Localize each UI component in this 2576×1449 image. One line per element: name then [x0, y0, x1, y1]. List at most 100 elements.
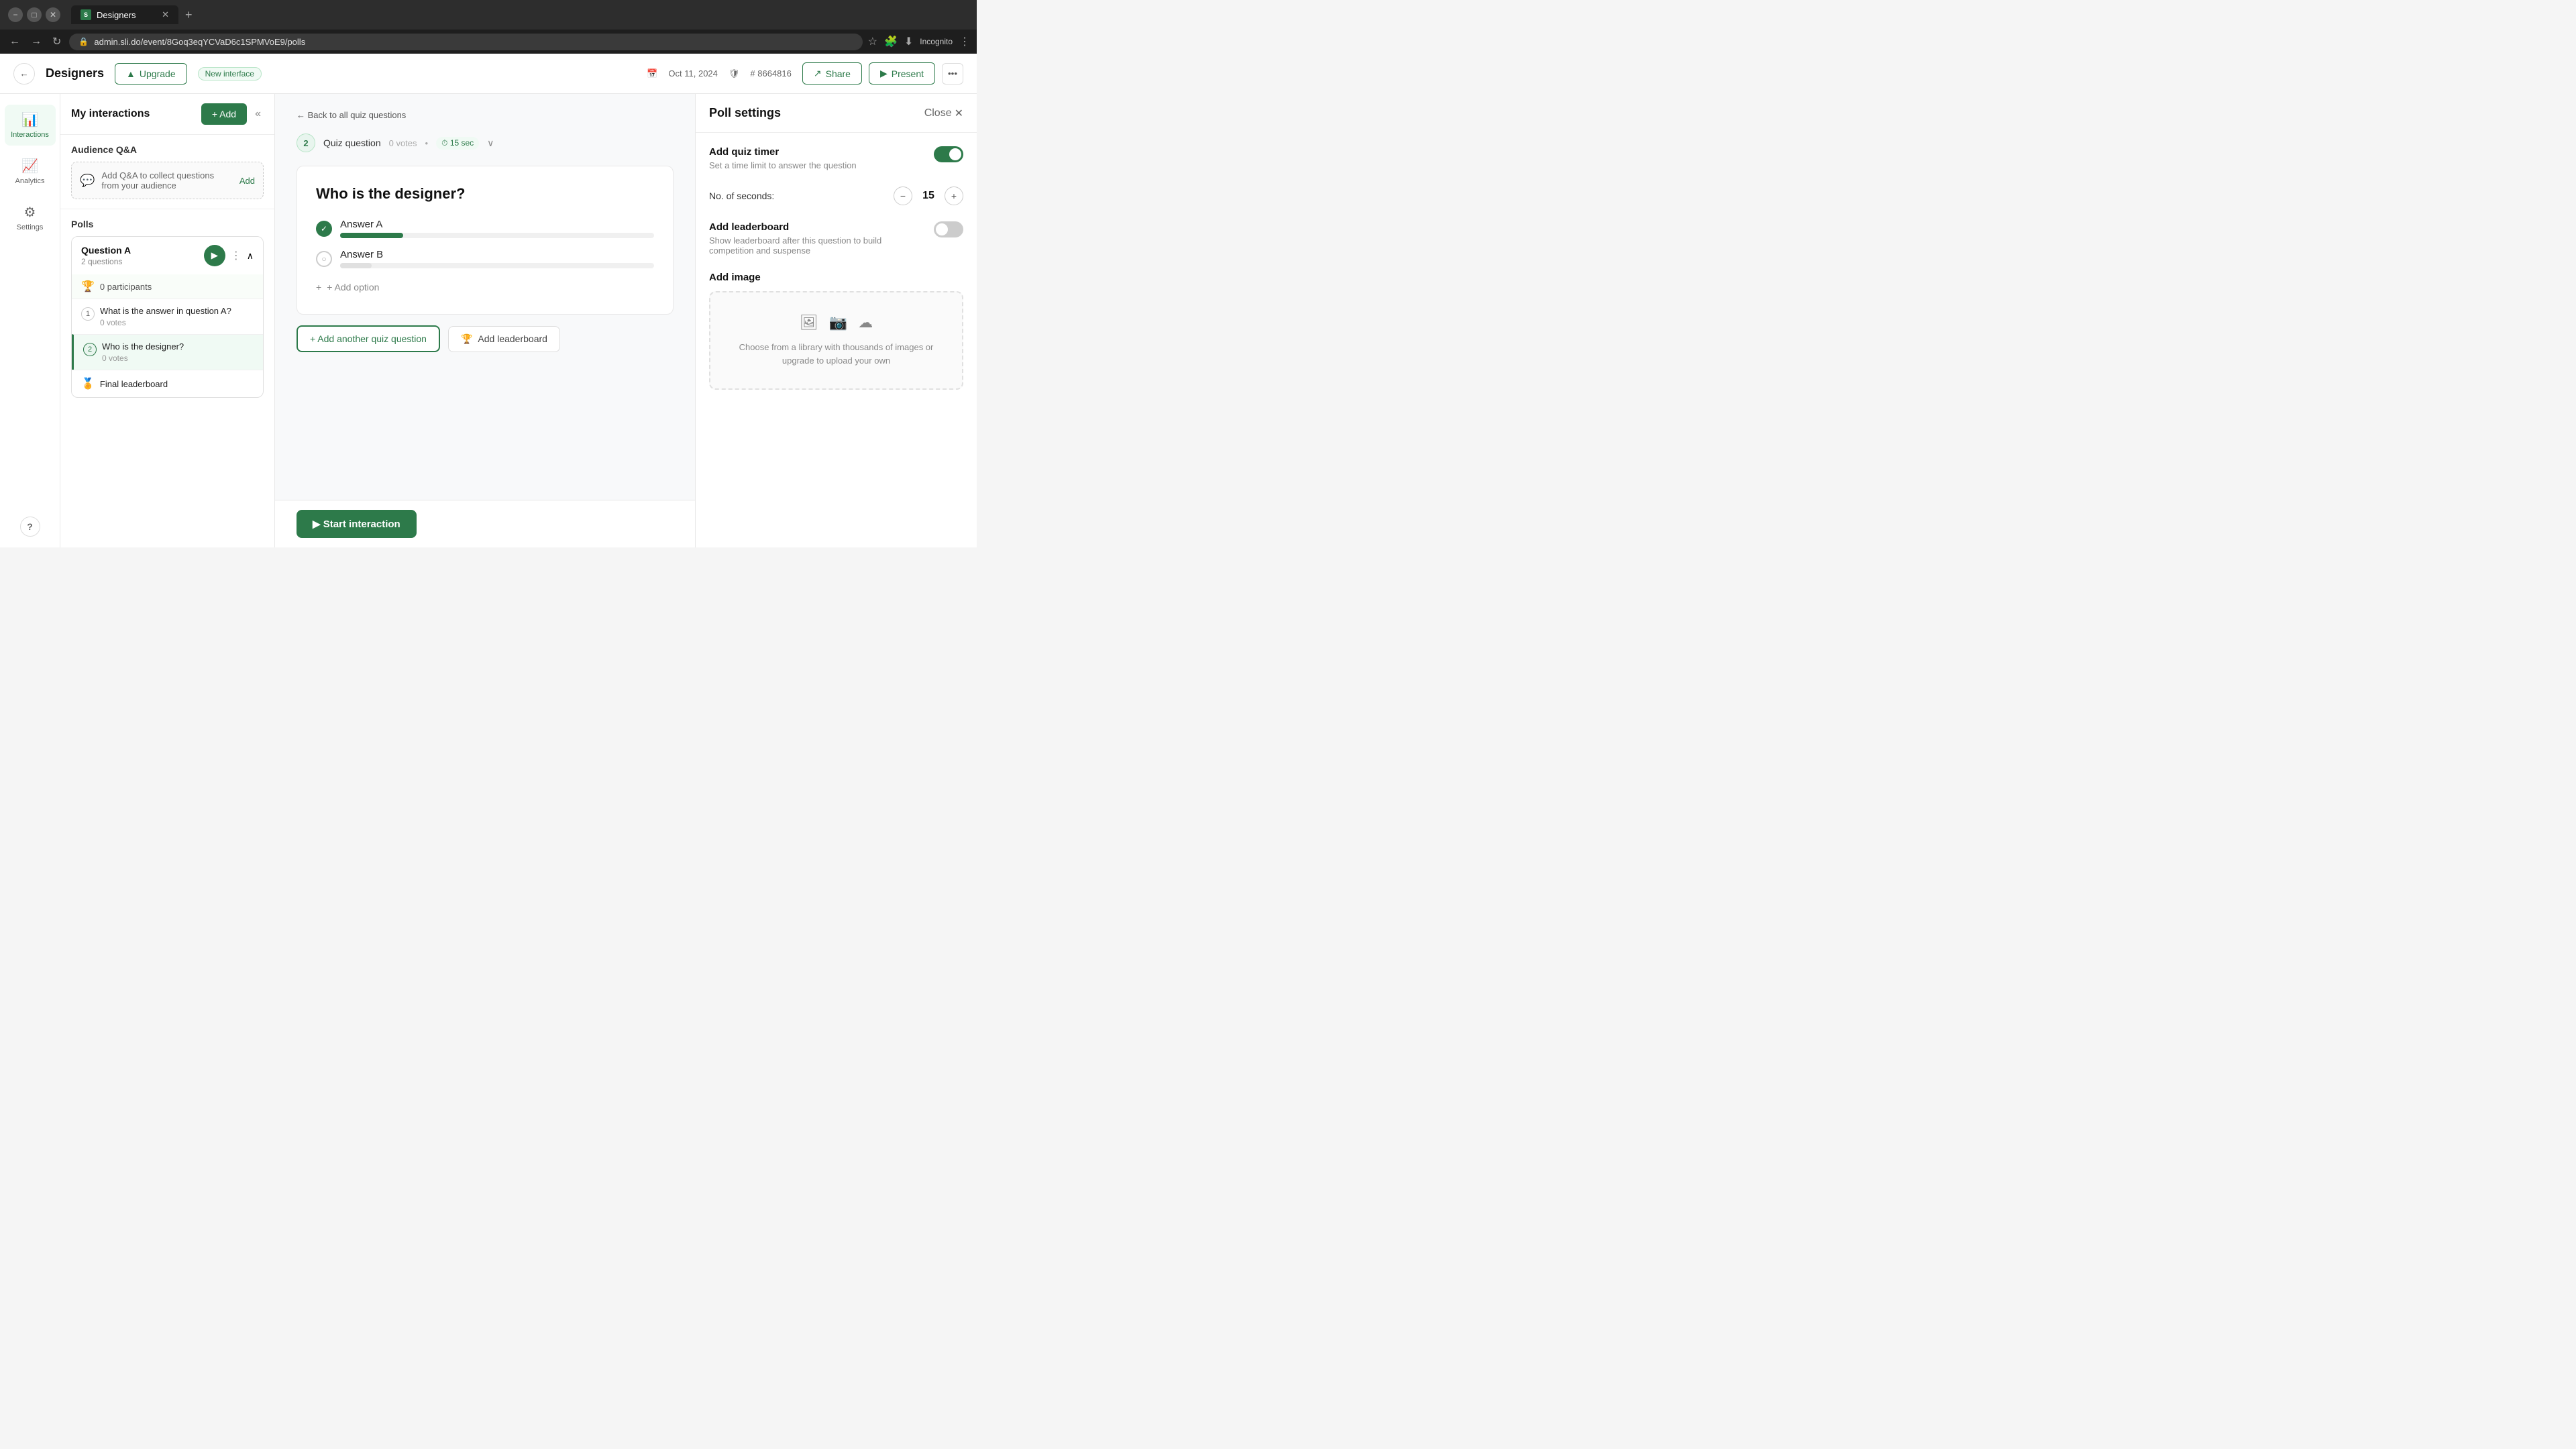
sidebar-item-settings[interactable]: ⚙ Settings [5, 197, 56, 238]
qa-card: 💬 Add Q&A to collect questions from your… [71, 162, 264, 199]
chevron-down-icon[interactable]: ∨ [487, 138, 494, 149]
settings-icon: ⚙ [24, 204, 36, 221]
leaderboard-trophy-icon: 🏅 [81, 377, 95, 390]
image-gallery-icon: 📷 [829, 314, 847, 331]
browser-chrome: − □ ✕ S Designers ✕ + [0, 0, 977, 30]
settings-panel-title: Poll settings [709, 106, 781, 120]
answer-option-a: ✓ Answer A [316, 219, 654, 238]
answer-label-a: Answer A [340, 219, 654, 230]
interactions-header: My interactions + Add « [60, 94, 274, 135]
qa-card-text: Add Q&A to collect questions from your a… [101, 170, 232, 191]
timer-label: Add quiz timer [709, 146, 923, 158]
window-controls: − □ ✕ [8, 7, 60, 22]
upload-icons: 🖼 📷 ☁ [724, 314, 949, 331]
poll-group-header[interactable]: Question A 2 questions ▶ ⋮ ∧ [72, 237, 263, 274]
upgrade-button[interactable]: ▲ Upgrade [115, 63, 187, 85]
address-bar-row: ← → ↻ 🔒 admin.sli.do/event/8Goq3eqYCVaD6… [0, 30, 977, 54]
question-actions: + Add another quiz question 🏆 Add leader… [297, 325, 674, 352]
increment-seconds-button[interactable]: + [945, 186, 963, 205]
upgrade-label: Upgrade [140, 68, 176, 79]
more-dots-icon: ••• [948, 68, 957, 78]
trophy-icon: 🏆 [81, 280, 95, 293]
interactions-panel: My interactions + Add « Audience Q&A 💬 A… [60, 94, 275, 547]
question-text-q2: Who is the designer? [102, 341, 254, 352]
maximize-button[interactable]: □ [27, 7, 42, 22]
help-button[interactable]: ? [20, 517, 40, 537]
menu-icon[interactable]: ⋮ [959, 35, 970, 48]
correct-answer-icon: ✓ [316, 221, 332, 237]
decrement-seconds-button[interactable]: − [894, 186, 912, 205]
speech-bubble-icon: 💬 [80, 174, 95, 188]
add-image-label: Add image [709, 272, 963, 283]
quiz-number-badge: 2 [297, 133, 315, 152]
leaderboard-info: Add leaderboard Show leaderboard after t… [709, 221, 923, 256]
main-layout: 📊 Interactions 📈 Analytics ⚙ Settings ? … [0, 94, 977, 547]
settings-header: Poll settings Close ✕ [696, 94, 977, 133]
address-bar[interactable]: 🔒 admin.sli.do/event/8Goq3eqYCVaD6c1SPMV… [69, 34, 862, 50]
share-button[interactable]: ↗ Share [802, 62, 862, 85]
qa-section: Audience Q&A 💬 Add Q&A to collect questi… [60, 135, 274, 209]
add-option-button[interactable]: + + Add option [316, 279, 654, 295]
question-text-q1: What is the answer in question A? [100, 306, 254, 316]
add-interaction-button[interactable]: + Add [201, 103, 247, 125]
add-option-icon: + [316, 282, 321, 292]
tab-title: Designers [97, 10, 136, 20]
poll-play-button[interactable]: ▶ [204, 245, 225, 266]
add-image-section: Add image [709, 272, 963, 283]
image-upload-area[interactable]: 🖼 📷 ☁ Choose from a library with thousan… [709, 291, 963, 390]
play-icon: ▶ [211, 250, 218, 261]
more-options-button[interactable]: ••• [942, 63, 963, 85]
qa-add-link[interactable]: Add [239, 176, 255, 186]
forward-nav-button[interactable]: → [28, 33, 44, 50]
interactions-title: My interactions [71, 108, 196, 120]
sidebar-item-interactions[interactable]: 📊 Interactions [5, 105, 56, 146]
sidebar-item-analytics[interactable]: 📈 Analytics [5, 151, 56, 192]
timer-icon: ⏱ [441, 138, 447, 148]
add-option-label: + Add option [327, 282, 379, 292]
list-item[interactable]: 2 Who is the designer? 0 votes [72, 334, 263, 370]
seconds-stepper: − 15 + [894, 186, 963, 205]
back-to-quiz-link[interactable]: ← Back to all quiz questions [297, 110, 674, 120]
new-tab-button[interactable]: + [181, 8, 197, 22]
tab-close-button[interactable]: ✕ [162, 9, 169, 20]
image-library-icon: 🖼 [800, 314, 818, 331]
leaderboard-toggle[interactable] [934, 221, 963, 237]
minimize-button[interactable]: − [8, 7, 23, 22]
question-votes-q2: 0 votes [102, 354, 254, 363]
quiz-question-header: 2 Quiz question 0 votes • ⏱ 15 sec ∨ [297, 133, 674, 152]
present-button[interactable]: ▶ Present [869, 62, 935, 85]
reload-button[interactable]: ↻ [50, 32, 64, 51]
back-nav-button[interactable]: ← [7, 33, 23, 50]
start-interaction-button[interactable]: ▶ Start interaction [297, 510, 417, 538]
poll-question-content: What is the answer in question A? 0 vote… [100, 306, 254, 327]
question-card: Who is the designer? ✓ Answer A [297, 166, 674, 315]
browser-action-buttons: ☆ 🧩 ⬇ Incognito ⋮ [868, 35, 970, 48]
new-interface-badge[interactable]: New interface [198, 67, 262, 80]
collapse-button[interactable]: « [252, 105, 264, 123]
question-num-text: 1 [86, 310, 90, 318]
active-tab[interactable]: S Designers ✕ [71, 5, 178, 24]
poll-more-button[interactable]: ⋮ [231, 249, 241, 262]
upgrade-icon: ▲ [126, 68, 136, 79]
add-leaderboard-button[interactable]: 🏆 Add leaderboard [448, 326, 560, 352]
final-leaderboard-item[interactable]: 🏅 Final leaderboard [72, 370, 263, 397]
settings-close-button[interactable]: Close ✕ [924, 107, 963, 120]
quiz-type-label: Quiz question [323, 138, 381, 148]
add-timer-row: Add quiz timer Set a time limit to answe… [709, 146, 963, 170]
close-icon: ✕ [955, 107, 963, 120]
side-nav: 📊 Interactions 📈 Analytics ⚙ Settings ? [0, 94, 60, 547]
bookmark-icon[interactable]: ☆ [868, 35, 877, 48]
close-label: Close [924, 107, 952, 119]
extensions-icon[interactable]: 🧩 [884, 35, 898, 48]
seconds-label: No. of seconds: [709, 191, 885, 201]
poll-group-count: 2 questions [81, 257, 131, 266]
add-another-quiz-button[interactable]: + Add another quiz question [297, 325, 440, 352]
poll-group: Question A 2 questions ▶ ⋮ ∧ [71, 236, 264, 398]
close-window-button[interactable]: ✕ [46, 7, 60, 22]
download-icon[interactable]: ⬇ [904, 35, 913, 48]
list-item[interactable]: 1 What is the answer in question A? 0 vo… [72, 299, 263, 334]
timer-toggle[interactable] [934, 146, 963, 162]
header-back-button[interactable]: ← [13, 63, 35, 85]
calendar-icon: 📅 [647, 68, 657, 79]
chevron-up-icon: ∧ [247, 250, 254, 262]
